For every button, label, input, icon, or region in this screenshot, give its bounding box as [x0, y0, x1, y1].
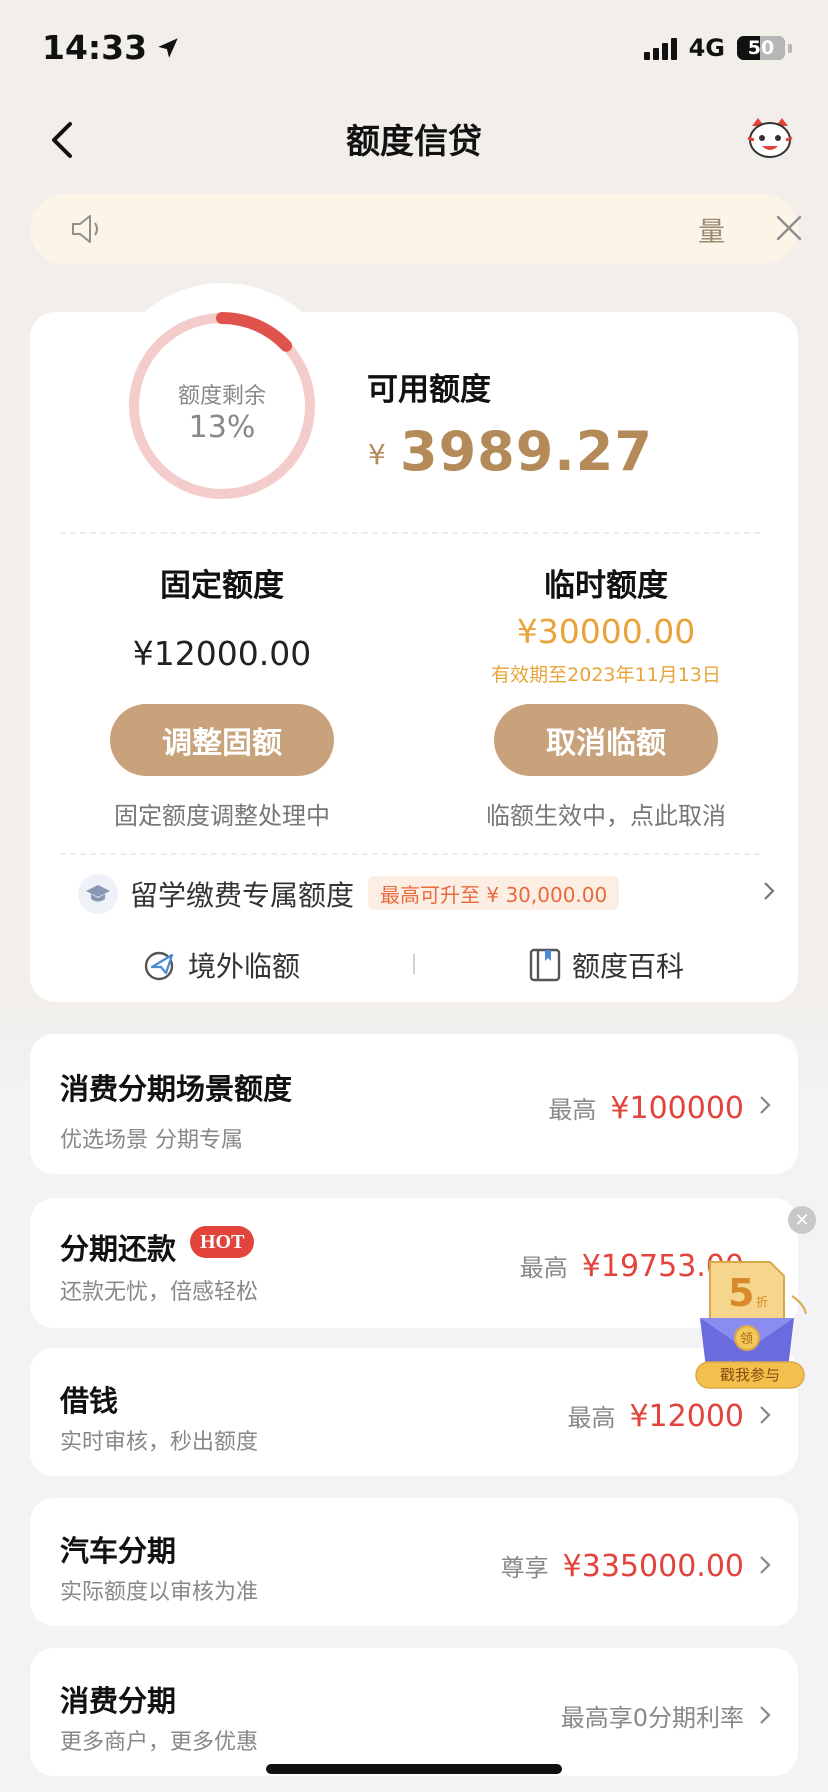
temp-credit-amount: ¥30000.00 [516, 612, 696, 651]
overseas-temp-link[interactable]: 境外临额 [142, 940, 300, 990]
home-indicator [266, 1764, 562, 1774]
list-item-amount: ¥100000 [610, 1091, 744, 1126]
chevron-right-icon [760, 1096, 771, 1114]
available-amount: 3989.27 [400, 420, 653, 483]
list-item-installment-repay[interactable]: 分期还款 HOT 还款无忧，倍感轻松 最高 ¥19753.00 [30, 1198, 798, 1328]
speaker-icon [72, 215, 98, 243]
credit-wiki-label: 额度百科 [572, 950, 685, 983]
overseas-temp-label: 境外临额 [188, 950, 301, 983]
list-item-consumer-installment[interactable]: 消费分期 更多商户，更多优惠 最高享0分期利率 [30, 1648, 798, 1776]
available-label: 可用额度 [367, 372, 491, 408]
list-item-car-installment[interactable]: 汽车分期 实际额度以审核为准 尊享 ¥335000.00 [30, 1498, 798, 1626]
promo-number: 5 [728, 1271, 754, 1315]
fixed-credit-amount: ¥12000.00 [132, 634, 312, 673]
list-item-borrow[interactable]: 借钱 实时审核，秒出额度 最高 ¥12000 [30, 1348, 798, 1476]
chevron-right-icon [760, 1706, 771, 1724]
remaining-ring-arc [216, 312, 293, 352]
list-item-title: 分期还款 [60, 1232, 177, 1266]
book-icon [529, 948, 561, 982]
list-item-title: 借钱 [60, 1384, 119, 1418]
list-item-subtitle: 实际额度以审核为准 [60, 1580, 259, 1605]
list-item-prefix: 最高 [567, 1404, 616, 1432]
list-item-amount: ¥12000 [629, 1399, 744, 1434]
fixed-credit-note: 固定额度调整处理中 [114, 802, 330, 830]
chevron-right-icon [760, 1406, 771, 1424]
promo-close-icon[interactable]: ✕ [788, 1206, 816, 1234]
battery-icon: 50 [737, 36, 785, 60]
ring-label: 额度剩余 [177, 384, 266, 409]
cancel-temp-button[interactable]: 取消临额 [494, 704, 718, 776]
graduation-cap-icon [78, 874, 118, 914]
hot-badge: HOT [190, 1226, 255, 1258]
temp-credit-title: 临时额度 [544, 568, 668, 604]
promo-cta: 戳我参与 [720, 1366, 780, 1384]
divider [60, 532, 760, 534]
list-item-amount: ¥335000.00 [562, 1549, 744, 1584]
plane-globe-icon [144, 951, 174, 981]
study-abroad-credit-row[interactable]: 留学缴费专属额度 最高可升至 ¥ 30,000.00 [78, 870, 778, 918]
divider [60, 853, 760, 855]
mascot-icon[interactable] [746, 116, 794, 160]
list-item-title: 消费分期场景额度 [60, 1072, 293, 1106]
chevron-right-icon [760, 1556, 771, 1574]
promo-float-icon[interactable]: 5 折 领 戳我参与 [692, 1256, 812, 1390]
location-arrow-icon [158, 37, 178, 58]
fixed-credit-title: 固定额度 [160, 568, 284, 604]
divider [413, 954, 415, 974]
list-item-subtitle: 还款无忧，倍感轻松 [60, 1280, 259, 1305]
list-item-subtitle: 实时审核，秒出额度 [60, 1430, 259, 1455]
list-item-title: 消费分期 [60, 1684, 177, 1718]
study-abroad-label: 留学缴费专属额度 [130, 879, 355, 912]
notice-bar[interactable]: 量 [30, 194, 802, 264]
battery-level: 50 [747, 37, 775, 59]
temp-credit-note[interactable]: 临额生效中，点此取消 [456, 796, 756, 831]
list-item-subtitle: 优选场景 分期专属 [60, 1128, 243, 1153]
adjust-fixed-button[interactable]: 调整固额 [110, 704, 334, 776]
promo-unit: 折 [756, 1294, 768, 1309]
ring-percent: 13% [188, 410, 256, 445]
list-item-prefix: 尊享 [500, 1554, 549, 1582]
notice-text: 量 [698, 217, 725, 248]
currency-symbol: ¥ [368, 438, 386, 471]
list-item-title: 汽车分期 [60, 1534, 177, 1568]
list-item-prefix: 最高 [548, 1096, 597, 1124]
signal-icon [643, 36, 677, 60]
promo-coin: 领 [740, 1332, 753, 1347]
list-item-subtitle: 更多商户，更多优惠 [60, 1730, 259, 1755]
list-item-prefix: 最高享0分期利率 [560, 1704, 744, 1732]
credit-wiki-link[interactable]: 额度百科 [528, 940, 684, 990]
chevron-right-icon [764, 882, 775, 900]
list-item-scene-credit[interactable]: 消费分期场景额度 优选场景 分期专属 最高 ¥100000 [30, 1034, 798, 1174]
list-item-prefix: 最高 [519, 1254, 568, 1282]
page-title: 额度信贷 [346, 122, 482, 162]
status-indicators: 4G 50 [643, 34, 792, 62]
temp-credit-validity: 有效期至2023年11月13日 [491, 664, 721, 686]
study-abroad-badge: 最高可升至 ¥ 30,000.00 [368, 876, 620, 910]
status-time: 14:33 [42, 28, 181, 67]
close-icon[interactable] [775, 214, 803, 242]
network-type: 4G [688, 34, 725, 62]
